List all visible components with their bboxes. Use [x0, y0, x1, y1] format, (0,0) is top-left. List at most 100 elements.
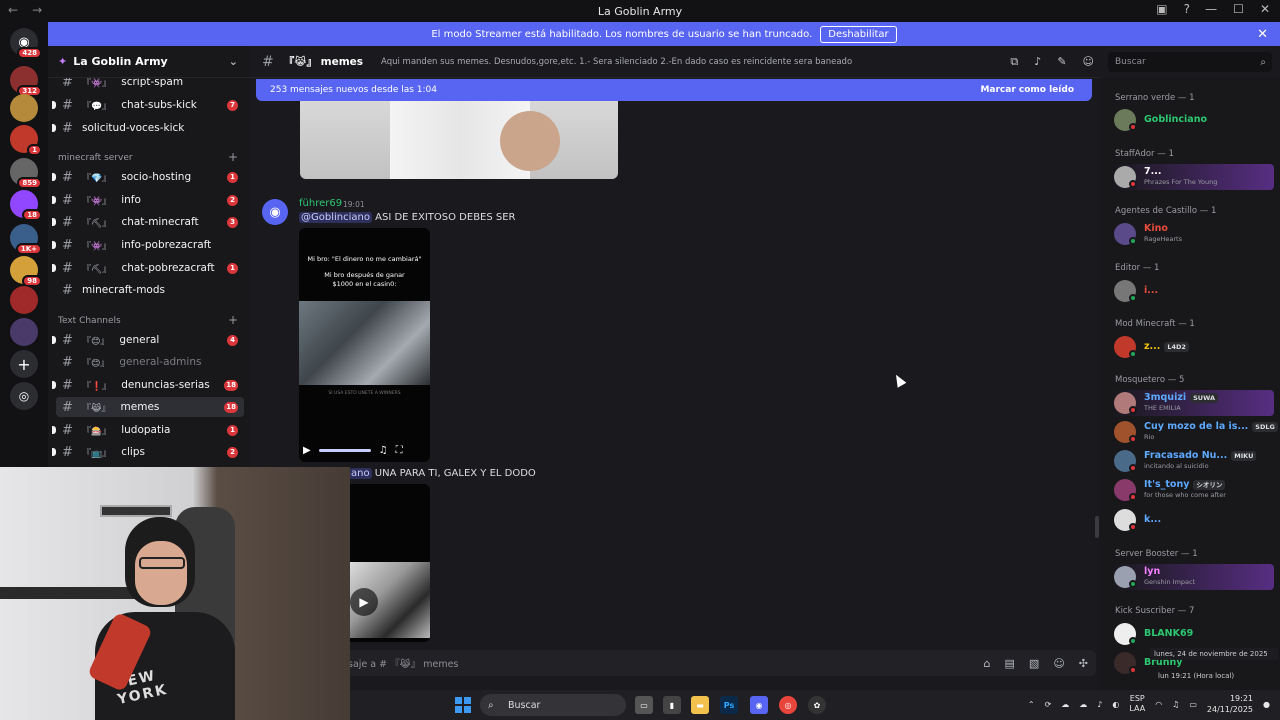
channel-item[interactable]: # 『😊』 general-admins: [56, 352, 244, 372]
member-item[interactable]: Kino RageHearts: [1112, 221, 1274, 247]
server-icon[interactable]: 1: [10, 125, 42, 156]
back-arrow-icon[interactable]: ←: [8, 3, 18, 17]
channel-item[interactable]: # 『📺』 clips 2: [52, 442, 244, 462]
play-icon[interactable]: ▶: [350, 588, 378, 616]
tray-app-icon[interactable]: ◐: [1112, 700, 1119, 709]
member-item[interactable]: Fracasado Nu... MIKU incitando al suicidio: [1112, 448, 1274, 474]
member-item[interactable]: BLANK69: [1112, 621, 1274, 647]
server-icon[interactable]: [10, 94, 38, 122]
wifi-icon[interactable]: ◠: [1155, 700, 1162, 709]
forward-arrow-icon[interactable]: →: [32, 3, 42, 17]
file-explorer-icon[interactable]: ▬: [691, 696, 709, 714]
add-channel-icon[interactable]: +: [228, 313, 238, 327]
channel-item[interactable]: # 『👾』 info 2: [52, 190, 244, 210]
channel-item[interactable]: # 『⛏』 chat-minecraft 3: [52, 212, 244, 232]
member-item[interactable]: It's_tony シオリン for those who come after: [1112, 477, 1274, 503]
bell-muted-icon[interactable]: ♪: [1034, 55, 1041, 69]
pin-icon[interactable]: ✎: [1057, 55, 1066, 69]
member-item[interactable]: 7... Phrazes For The Young: [1112, 164, 1274, 190]
video-attachment[interactable]: Mi bro: "El dinero no me cambiará" Mi br…: [299, 228, 430, 462]
channel-topic[interactable]: Aqui manden sus memes. Desnudos,gore,etc…: [381, 57, 852, 67]
server-icon[interactable]: [10, 318, 38, 346]
member-item[interactable]: i...: [1112, 278, 1274, 304]
minimize-icon[interactable]: —: [1205, 2, 1217, 16]
channel-item[interactable]: # 『⛏』 chat-pobrezacraft 1: [52, 258, 244, 278]
windows-start-icon[interactable]: [455, 697, 471, 713]
channel-item[interactable]: # solicitud-voces-kick: [52, 118, 244, 138]
member-item[interactable]: k...: [1112, 507, 1274, 533]
channel-item[interactable]: # 『👾』 info-pobrezacraft: [52, 235, 244, 255]
app-icon[interactable]: ✿: [808, 696, 826, 714]
member-item[interactable]: Cuy mozo de la is... SDLG Rio: [1112, 419, 1278, 445]
play-icon[interactable]: ▶: [303, 445, 311, 456]
language-indicator[interactable]: ESP LAA: [1129, 694, 1145, 714]
threads-icon[interactable]: ⧉: [1010, 55, 1018, 69]
mic-icon[interactable]: ♪: [1097, 700, 1102, 709]
category-label[interactable]: minecraft server: [58, 153, 133, 163]
volume-icon[interactable]: ♫: [1172, 700, 1179, 709]
user-mention[interactable]: @Goblinciano: [299, 212, 372, 223]
fullscreen-icon[interactable]: ⛶: [396, 445, 403, 456]
channel-item[interactable]: # 『🎰』 ludopatia 1: [52, 420, 244, 440]
gif-icon[interactable]: ▤: [1005, 657, 1015, 670]
discord-icon[interactable]: ◉: [750, 696, 768, 714]
tray-app-icon[interactable]: ⟳: [1045, 700, 1052, 709]
chrome-icon[interactable]: ◎: [779, 696, 797, 714]
message-author[interactable]: führer69: [299, 198, 342, 209]
chevron-down-icon[interactable]: ⌄: [229, 55, 238, 68]
channel-item[interactable]: # 『💬』 chat-subs-kick 7: [52, 95, 244, 115]
battery-icon[interactable]: ▭: [1189, 700, 1197, 709]
category-label[interactable]: Text Channels: [58, 316, 121, 326]
clock[interactable]: 19:21 24/11/2025: [1207, 693, 1253, 715]
channel-item-selected[interactable]: # 『😹』 memes 18: [56, 397, 244, 417]
member-item[interactable]: Goblinciano: [1112, 107, 1274, 133]
gift-icon[interactable]: ⌂: [984, 657, 991, 670]
members-icon[interactable]: ☺: [1083, 55, 1094, 69]
volume-slider[interactable]: [318, 448, 371, 452]
chevron-up-icon[interactable]: ⌃: [1028, 700, 1035, 709]
server-icon[interactable]: 312: [10, 66, 42, 97]
apps-icon[interactable]: ✣: [1079, 657, 1088, 670]
cloud-icon[interactable]: ☁: [1061, 700, 1069, 709]
inbox-icon[interactable]: ▣: [1156, 2, 1167, 16]
add-server-icon[interactable]: +: [10, 350, 38, 378]
message-input[interactable]: saje a # 『😹』 memes ⌂ ▤ ▧ ☺ ✣: [340, 650, 1096, 676]
server-icon[interactable]: 859: [10, 158, 42, 189]
close-window-icon[interactable]: ✕: [1260, 2, 1270, 16]
channel-item[interactable]: # 『❗』 denuncias-serias 18: [52, 375, 244, 395]
add-channel-icon[interactable]: +: [228, 150, 238, 164]
server-icon[interactable]: 98: [10, 256, 42, 287]
photoshop-icon[interactable]: Ps: [720, 696, 738, 714]
avatar[interactable]: ◉: [262, 199, 288, 225]
emoji-icon[interactable]: ☺: [1053, 657, 1064, 670]
notification-icon[interactable]: ●: [1263, 700, 1270, 709]
channel-item[interactable]: # minecraft-mods: [56, 280, 244, 300]
cloud-icon[interactable]: ☁: [1079, 700, 1087, 709]
member-item[interactable]: 3mquizi SUWA THE EMILIA: [1112, 390, 1274, 416]
image-attachment[interactable]: [300, 101, 618, 179]
taskbar-search[interactable]: ⌕ Buscar: [480, 694, 626, 716]
channel-item[interactable]: # 『😊』 general 4: [52, 330, 244, 350]
member-item[interactable]: z... L4D2: [1112, 334, 1274, 360]
channel-item[interactable]: # 『💎』 socio-hosting 1: [52, 167, 244, 187]
video-attachment[interactable]: [350, 484, 430, 642]
maximize-icon[interactable]: ☐: [1233, 2, 1244, 16]
close-icon[interactable]: ✕: [1257, 27, 1268, 42]
disable-streamer-button[interactable]: Deshabilitar: [820, 25, 897, 43]
discord-home-icon[interactable]: ◉ 428: [10, 28, 42, 59]
volume-icon[interactable]: ♫: [379, 445, 388, 456]
mark-read-button[interactable]: Marcar como leído: [980, 85, 1074, 95]
scrollbar[interactable]: [1095, 516, 1099, 538]
twitch-server-icon[interactable]: 18: [10, 190, 42, 221]
help-icon[interactable]: ?: [1184, 2, 1190, 16]
member-item[interactable]: lyn Genshin Impact: [1112, 564, 1274, 590]
app-icon[interactable]: ▮: [663, 696, 681, 714]
guild-header[interactable]: ✦ La Goblin Army ⌄: [48, 46, 250, 78]
new-messages-bar[interactable]: 253 mensajes nuevos desde las 1:04 Marca…: [256, 79, 1092, 101]
server-icon[interactable]: [10, 286, 38, 314]
sticker-icon[interactable]: ▧: [1029, 657, 1039, 670]
server-icon[interactable]: 1K+: [10, 224, 42, 255]
user-mention[interactable]: ano: [349, 468, 372, 479]
search-input[interactable]: Buscar ⌕: [1108, 52, 1272, 72]
discover-icon[interactable]: ◎: [10, 382, 38, 410]
